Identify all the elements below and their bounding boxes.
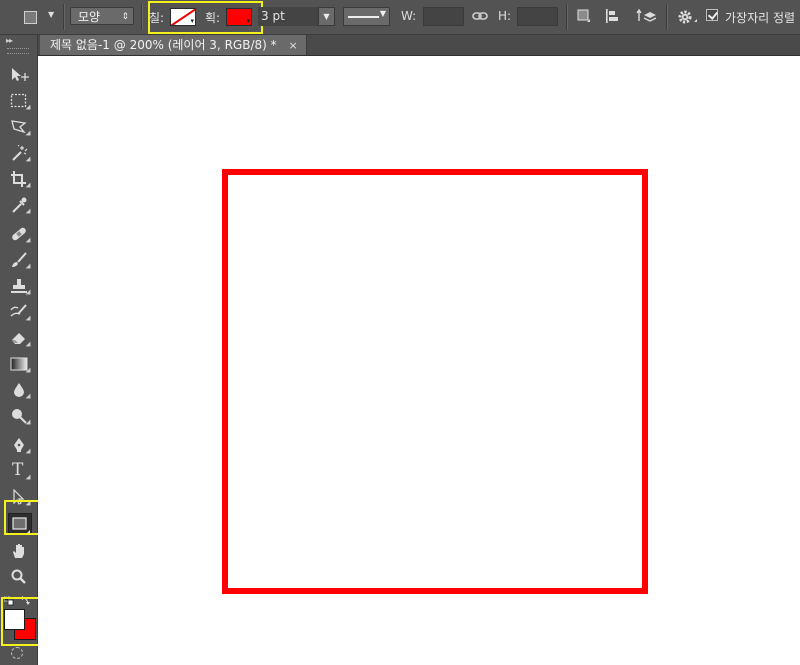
- mode-select-value: 모양: [78, 10, 101, 24]
- chevron-down-icon: ▼: [48, 10, 55, 19]
- zoom-tool[interactable]: [7, 566, 31, 588]
- align-edges-label: 가장자리 정렬: [725, 11, 796, 25]
- hand-icon: [13, 544, 24, 558]
- panel-grip[interactable]: [7, 48, 29, 54]
- eraser-tool[interactable]: [7, 327, 31, 349]
- path-alignment-icon[interactable]: [605, 8, 621, 24]
- document-tab-bar: 제목 없음-1 @ 200% (레이어 3, RGB/8) * ×: [38, 35, 800, 56]
- hand-tool[interactable]: [7, 540, 31, 562]
- spot-healing-brush-tool[interactable]: [7, 223, 31, 245]
- move-tool[interactable]: [7, 64, 31, 86]
- mode-select[interactable]: 모양 ⇕: [70, 7, 134, 25]
- polygonal-lasso-tool[interactable]: [7, 116, 31, 138]
- gradient-tool[interactable]: [7, 353, 31, 375]
- document-canvas[interactable]: [38, 56, 800, 665]
- eyedropper-tool[interactable]: [7, 194, 31, 216]
- pen-tool[interactable]: [7, 434, 31, 456]
- width-input[interactable]: [423, 7, 464, 26]
- chevron-down-icon: ▾: [246, 17, 250, 25]
- history-brush-tool[interactable]: [7, 301, 31, 323]
- stroke-type-select[interactable]: ▼: [343, 7, 390, 26]
- link-icon[interactable]: [472, 8, 488, 24]
- type-tool[interactable]: T: [7, 460, 31, 482]
- quick-mask-icon[interactable]: [11, 647, 23, 659]
- solid-line-icon: [348, 16, 379, 18]
- brush-tool[interactable]: [7, 249, 31, 271]
- path-operations-icon[interactable]: [577, 9, 591, 23]
- divider: [63, 4, 65, 30]
- divider: [141, 4, 143, 30]
- stroke-label: 획:: [205, 11, 221, 25]
- stroke-width-input[interactable]: 3 pt: [258, 7, 318, 26]
- chevron-down-icon: ▼: [379, 9, 386, 18]
- stroke-color-swatch[interactable]: ▾: [226, 8, 252, 26]
- tools-panel: ▸▸ T: [0, 35, 52, 665]
- close-icon[interactable]: ×: [288, 39, 297, 52]
- zoom-icon: [11, 569, 26, 584]
- magic-wand-tool[interactable]: [7, 142, 31, 164]
- options-bar: ▼ 모양 ⇕ 칠: ▾ 획: ▾ 3 pt ▼ ▼ W: H: 가장자리 정렬: [0, 0, 800, 35]
- document-tab[interactable]: 제목 없음-1 @ 200% (레이어 3, RGB/8) * ×: [40, 35, 307, 55]
- document-tab-title: 제목 없음-1 @ 200% (레이어 3, RGB/8) *: [50, 38, 277, 52]
- rectangle-preset-icon: [24, 11, 37, 24]
- move-icon: [12, 68, 29, 81]
- dodge-tool[interactable]: [7, 405, 31, 427]
- divider: [566, 4, 568, 30]
- fill-label: 칠:: [149, 11, 165, 25]
- rectangle-tool-highlight: [4, 500, 42, 535]
- align-edges-checkbox[interactable]: [706, 9, 718, 21]
- divider: [666, 4, 668, 30]
- fill-color-swatch[interactable]: ▾: [170, 8, 196, 26]
- path-arrangement-icon[interactable]: [636, 8, 656, 24]
- blur-tool[interactable]: [7, 379, 31, 401]
- chevron-down-icon: ▾: [190, 17, 194, 25]
- stroke-width-dropdown[interactable]: ▼: [318, 7, 335, 26]
- gear-icon[interactable]: [677, 8, 699, 26]
- height-input[interactable]: [517, 7, 558, 26]
- type-icon: T: [12, 460, 24, 480]
- collapse-panel-icon[interactable]: ▸▸: [6, 36, 13, 45]
- width-label: W:: [401, 9, 417, 23]
- crop-tool[interactable]: [7, 168, 31, 190]
- rectangular-marquee-tool[interactable]: [7, 90, 31, 112]
- rectangle-shape[interactable]: [222, 169, 648, 594]
- tool-preset-picker[interactable]: ▼: [18, 8, 60, 26]
- clone-stamp-tool[interactable]: [7, 275, 31, 297]
- height-label: H:: [498, 9, 512, 23]
- updown-arrows-icon: ⇕: [121, 12, 129, 22]
